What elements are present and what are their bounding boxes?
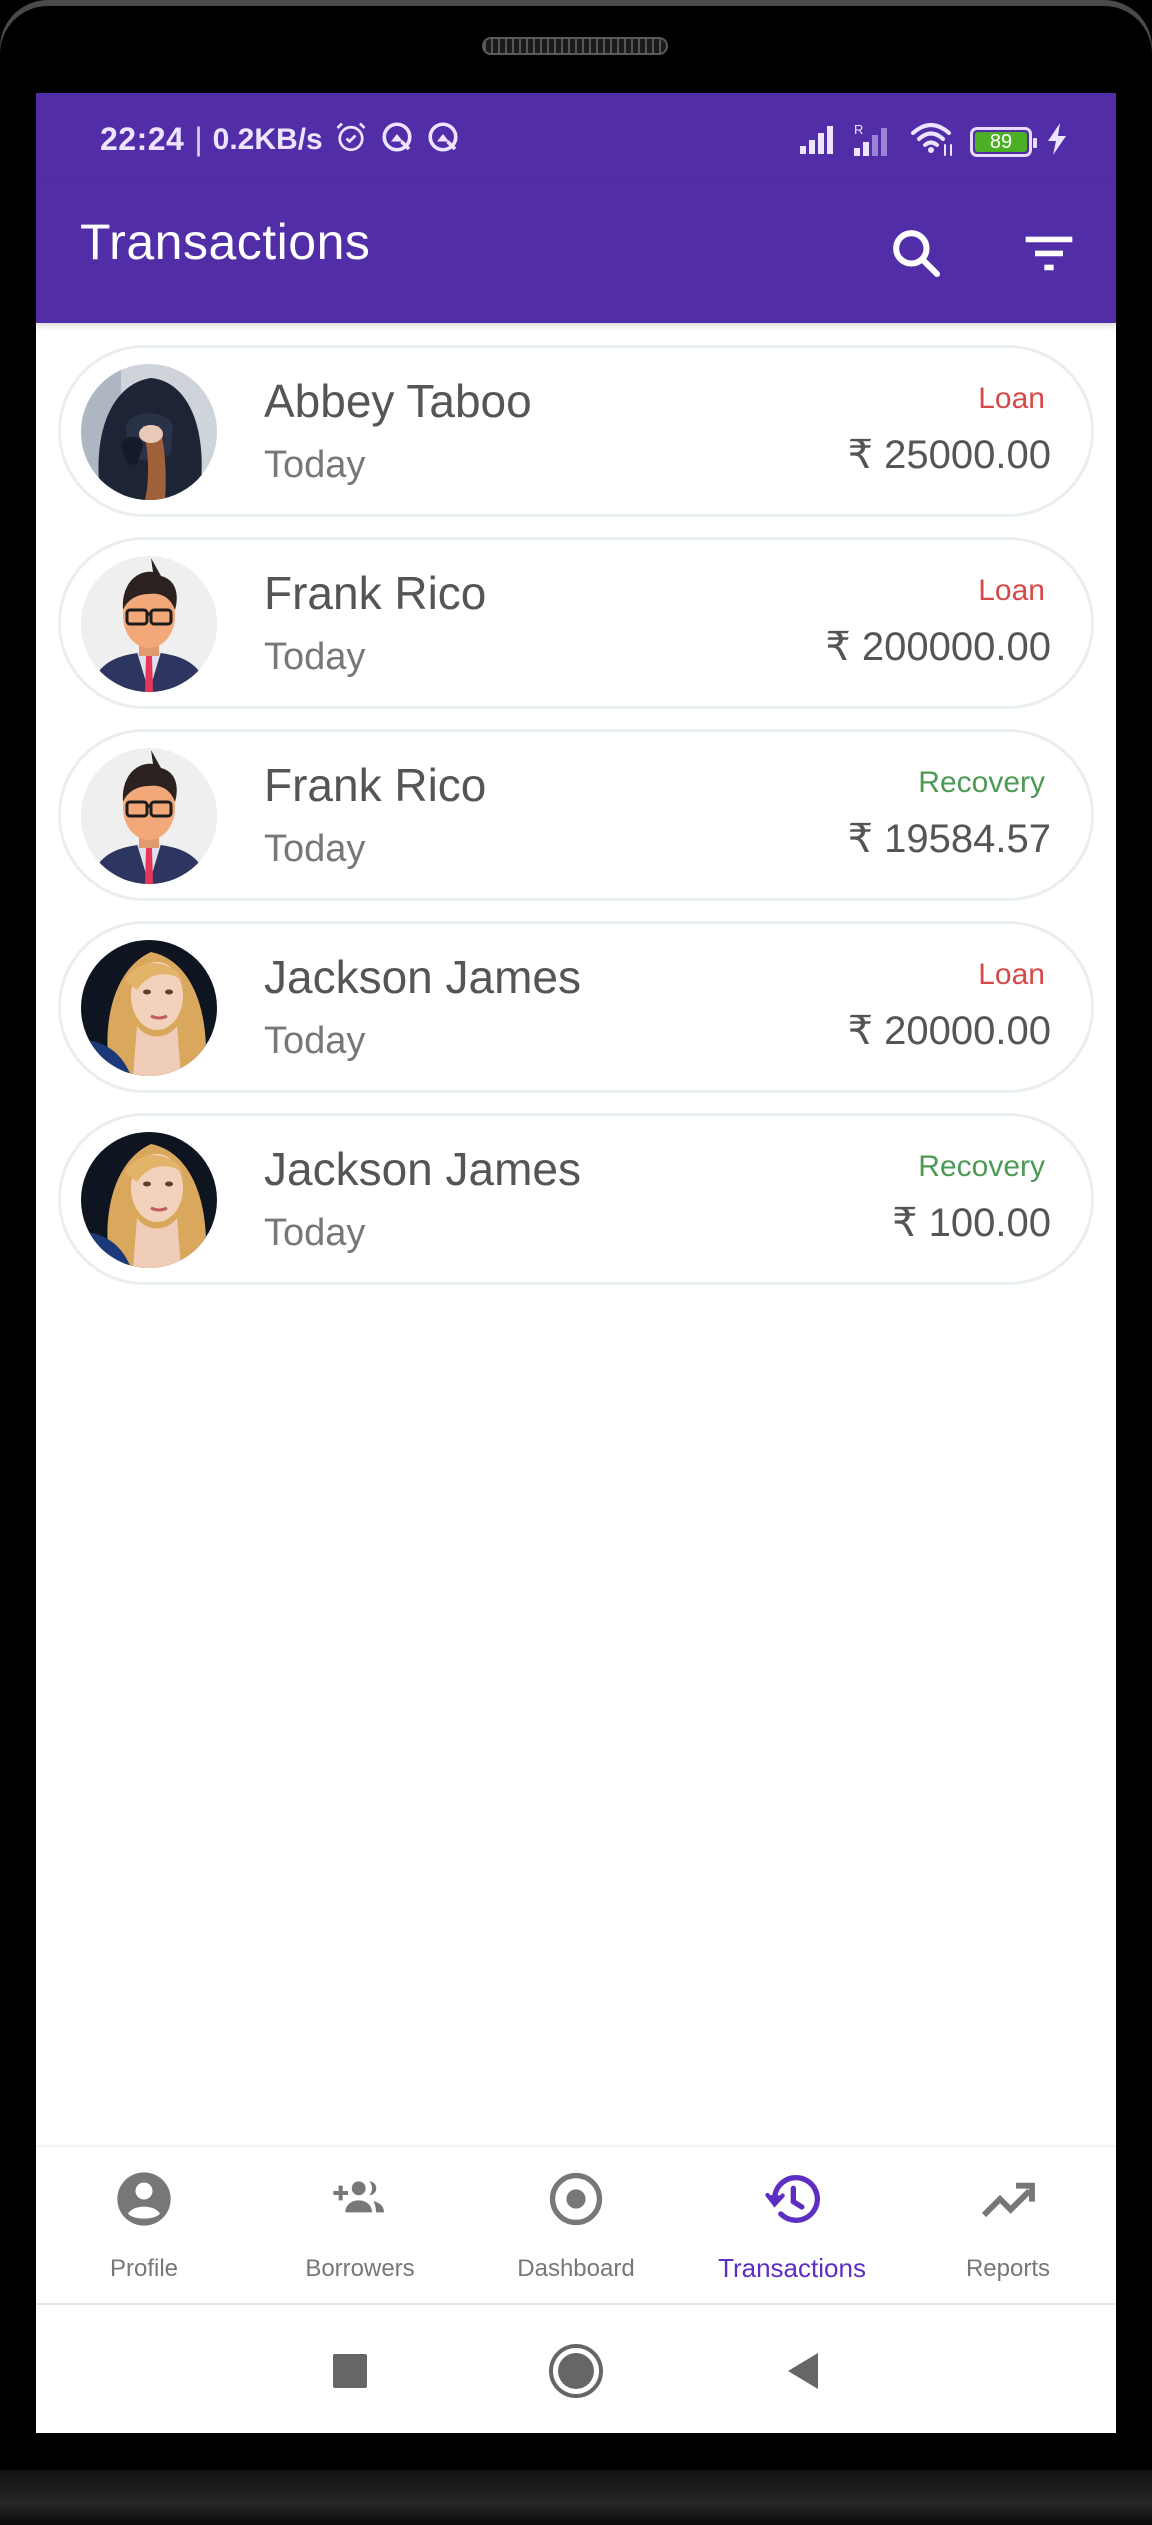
recents-button[interactable] [320, 2341, 380, 2401]
phone-chin [0, 2470, 1152, 2525]
filter-button[interactable] [1014, 218, 1084, 288]
trending-up-icon [981, 2182, 1035, 2218]
status-left: 22:24 | 0.2KB/s [100, 119, 461, 160]
home-button[interactable] [546, 2341, 606, 2401]
earpiece-speaker [482, 37, 668, 55]
roaming-label: R [854, 122, 863, 137]
filter-icon [1025, 236, 1073, 271]
transaction-card[interactable]: Jackson James Today Recovery ₹ 100.00 [58, 1113, 1094, 1285]
blonde-woman-photo [81, 940, 217, 1076]
status-bar: 22:24 | 0.2KB/s R 89 [36, 93, 1116, 183]
network-speed: 0.2KB/s [212, 122, 323, 156]
status-separator: | [194, 121, 203, 157]
borrower-name: Jackson James [264, 951, 582, 1003]
transaction-card[interactable]: Abbey Taboo Today Loan ₹ 25000.00 [58, 345, 1094, 517]
blonde-woman-photo [81, 1132, 217, 1268]
system-navigation-bar [36, 2305, 1116, 2433]
wifi-icon [910, 121, 956, 162]
screen: 22:24 | 0.2KB/s R 89 Transactions Abbey … [36, 93, 1116, 2433]
transaction-type: Recovery [918, 766, 1045, 799]
radio-button-icon [549, 2172, 603, 2226]
back-triangle-icon [788, 2353, 818, 2389]
home-circle-icon [549, 2344, 603, 2398]
recents-square-icon [333, 2354, 367, 2388]
avatar [81, 940, 217, 1076]
app-bar: Transactions [36, 183, 1116, 323]
transaction-type: Recovery [918, 1150, 1045, 1183]
transaction-amount: ₹ 20000.00 [847, 1009, 1051, 1053]
transaction-card[interactable]: Frank Rico Today Loan ₹ 200000.00 [58, 537, 1094, 709]
nav-label: Borrowers [305, 2255, 415, 2282]
transaction-date: Today [264, 1212, 366, 1254]
transaction-amount: ₹ 19584.57 [847, 817, 1051, 861]
nav-label: Dashboard [517, 2255, 635, 2282]
avatar [81, 364, 217, 500]
bottom-navigation: Profile Borrowers Dashboard Transactions… [36, 2145, 1116, 2305]
nav-label: Transactions [718, 2253, 866, 2283]
transaction-card[interactable]: Jackson James Today Loan ₹ 20000.00 [58, 921, 1094, 1093]
transaction-date: Today [264, 1020, 366, 1062]
borrower-name: Jackson James [264, 1143, 582, 1195]
page-title: Transactions [80, 214, 371, 270]
transaction-amount: ₹ 25000.00 [847, 433, 1051, 477]
man-with-glasses-illustration [81, 556, 217, 692]
nav-label: Profile [109, 2255, 179, 2282]
avatar [81, 556, 217, 692]
nav-item-reports[interactable]: Reports [900, 2147, 1116, 2303]
borrower-name: Frank Rico [264, 759, 487, 811]
phone-frame: 22:24 | 0.2KB/s R 89 Transactions Abbey … [0, 0, 1152, 2525]
hooded-woman-photo [81, 364, 217, 500]
transaction-type: Loan [978, 382, 1045, 415]
back-button[interactable] [772, 2341, 832, 2401]
nav-item-transactions[interactable]: Transactions [684, 2147, 900, 2303]
transaction-date: Today [264, 636, 366, 678]
transaction-card[interactable]: Frank Rico Today Recovery ₹ 19584.57 [58, 729, 1094, 901]
transaction-amount: ₹ 200000.00 [825, 625, 1051, 669]
transaction-date: Today [264, 444, 366, 486]
nav-item-dashboard[interactable]: Dashboard [468, 2147, 684, 2303]
borrower-name: Frank Rico [264, 567, 487, 619]
roaming-signal-icon: R [852, 122, 896, 161]
transaction-type: Loan [978, 958, 1045, 991]
transaction-amount: ₹ 100.00 [892, 1201, 1051, 1245]
avatar [81, 1132, 217, 1268]
transaction-date: Today [264, 828, 366, 870]
status-right: R 89 [800, 121, 1068, 162]
avatar [81, 748, 217, 884]
nav-item-profile[interactable]: Profile [36, 2147, 252, 2303]
search-button[interactable] [881, 218, 951, 288]
alarm-icon [333, 119, 369, 160]
vpn-q-icon [379, 119, 415, 160]
search-icon [893, 230, 941, 278]
battery-icon: 89 [970, 126, 1037, 157]
history-icon [765, 2174, 820, 2223]
signal-icon [800, 124, 838, 159]
battery-level: 89 [975, 131, 1027, 152]
nav-label: Reports [965, 2255, 1051, 2282]
borrower-name: Abbey Taboo [264, 375, 532, 427]
man-with-glasses-illustration [81, 748, 217, 884]
transaction-type: Loan [978, 574, 1045, 607]
charging-icon [1046, 123, 1068, 160]
status-time: 22:24 [100, 121, 185, 157]
nav-item-borrowers[interactable]: Borrowers [252, 2147, 468, 2303]
group-add-icon [333, 2181, 384, 2213]
account-circle-icon [117, 2172, 171, 2226]
vpn-q-icon [425, 119, 461, 160]
